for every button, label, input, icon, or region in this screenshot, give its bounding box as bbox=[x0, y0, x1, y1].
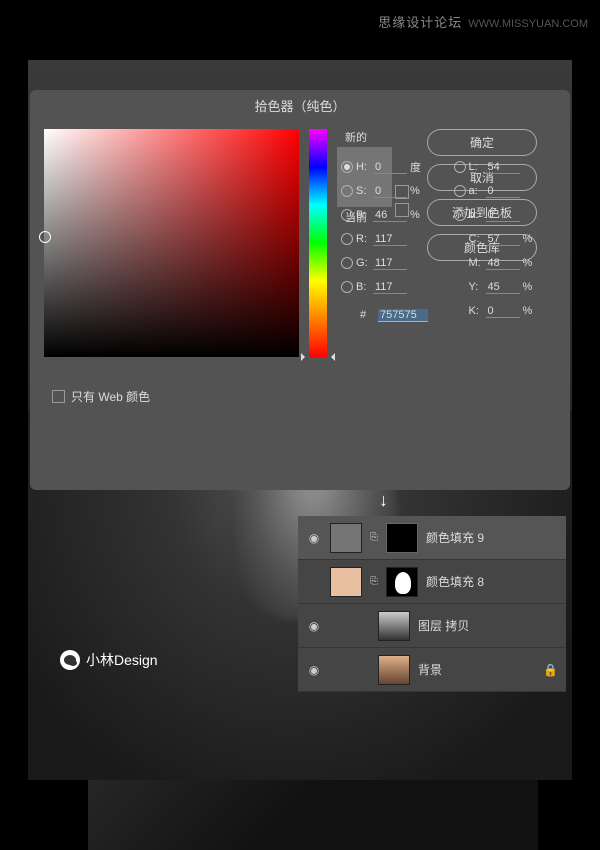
g-input[interactable] bbox=[373, 257, 407, 270]
radio-s[interactable] bbox=[341, 185, 353, 197]
y-input[interactable] bbox=[486, 281, 520, 294]
hue-slider[interactable] bbox=[309, 129, 327, 357]
layer-row[interactable]: ◉ 图层 拷贝 bbox=[298, 604, 566, 648]
radio-bc[interactable] bbox=[341, 281, 353, 293]
layer-name[interactable]: 背景 bbox=[418, 661, 442, 678]
dialog-title: 拾色器（纯色） bbox=[30, 90, 570, 121]
r-input[interactable] bbox=[373, 233, 407, 246]
arrow-annotation: ↓ bbox=[379, 490, 388, 511]
layer-thumb[interactable] bbox=[330, 523, 362, 553]
radio-g[interactable] bbox=[341, 257, 353, 269]
layer-row[interactable]: ◉ 背景 🔒 bbox=[298, 648, 566, 692]
layer-name[interactable]: 颜色填充 8 bbox=[426, 573, 484, 590]
hex-input[interactable] bbox=[378, 309, 428, 322]
layer-row[interactable]: ◉ ⎘ 颜色填充 9 bbox=[298, 516, 566, 560]
layer-name[interactable]: 图层 拷贝 bbox=[418, 617, 469, 634]
layer-name[interactable]: 颜色填充 9 bbox=[426, 529, 484, 546]
visibility-icon[interactable]: ◉ bbox=[306, 663, 322, 677]
radio-b[interactable] bbox=[341, 209, 353, 221]
watermark: 思缘设计论坛WWW.MISSYUAN.COM bbox=[378, 12, 588, 31]
radio-b2[interactable] bbox=[454, 209, 466, 221]
radio-a[interactable] bbox=[454, 185, 466, 197]
checkbox-icon[interactable] bbox=[52, 390, 65, 403]
visibility-icon[interactable]: ◉ bbox=[306, 531, 322, 545]
radio-h[interactable] bbox=[341, 161, 353, 173]
radio-r[interactable] bbox=[341, 233, 353, 245]
ok-button[interactable]: 确定 bbox=[427, 129, 537, 156]
layers-panel: ◉ ⎘ 颜色填充 9 ⎘ 颜色填充 8 ◉ 图层 拷贝 ◉ 背景 🔒 bbox=[298, 516, 566, 692]
k-input[interactable] bbox=[486, 305, 520, 318]
visibility-icon[interactable]: ◉ bbox=[306, 619, 322, 633]
layer-thumb[interactable] bbox=[378, 655, 410, 685]
link-icon: ⎘ bbox=[370, 532, 378, 543]
wechat-icon bbox=[60, 650, 80, 670]
b2-input[interactable] bbox=[486, 209, 520, 222]
a-input[interactable] bbox=[486, 185, 520, 198]
lock-icon: 🔒 bbox=[543, 663, 558, 677]
link-icon: ⎘ bbox=[370, 576, 378, 587]
color-values: H:度 L: S:% a: B:% b: R: C:% G: M:% B: Y:… bbox=[341, 156, 556, 326]
radio-l[interactable] bbox=[454, 161, 466, 173]
web-only-checkbox[interactable]: 只有 Web 颜色 bbox=[52, 388, 150, 405]
h-input[interactable] bbox=[373, 161, 407, 174]
color-picker-dialog: 拾色器（纯色） 新的 当前 确定 取消 添加到色板 颜色库 H:度 bbox=[30, 90, 570, 490]
saturation-value-field[interactable] bbox=[44, 129, 299, 357]
s-input[interactable] bbox=[373, 185, 407, 198]
m-input[interactable] bbox=[486, 257, 520, 270]
c-input[interactable] bbox=[486, 233, 520, 246]
layer-thumb[interactable] bbox=[378, 611, 410, 641]
l-input[interactable] bbox=[486, 161, 520, 174]
layer-row[interactable]: ⎘ 颜色填充 8 bbox=[298, 560, 566, 604]
layer-thumb[interactable] bbox=[330, 567, 362, 597]
bc-input[interactable] bbox=[373, 281, 407, 294]
new-label: 新的 bbox=[345, 129, 417, 145]
b-input[interactable] bbox=[373, 209, 407, 222]
designer-credit: 小林Design bbox=[60, 650, 158, 670]
layer-mask[interactable] bbox=[386, 523, 418, 553]
layer-mask[interactable] bbox=[386, 567, 418, 597]
